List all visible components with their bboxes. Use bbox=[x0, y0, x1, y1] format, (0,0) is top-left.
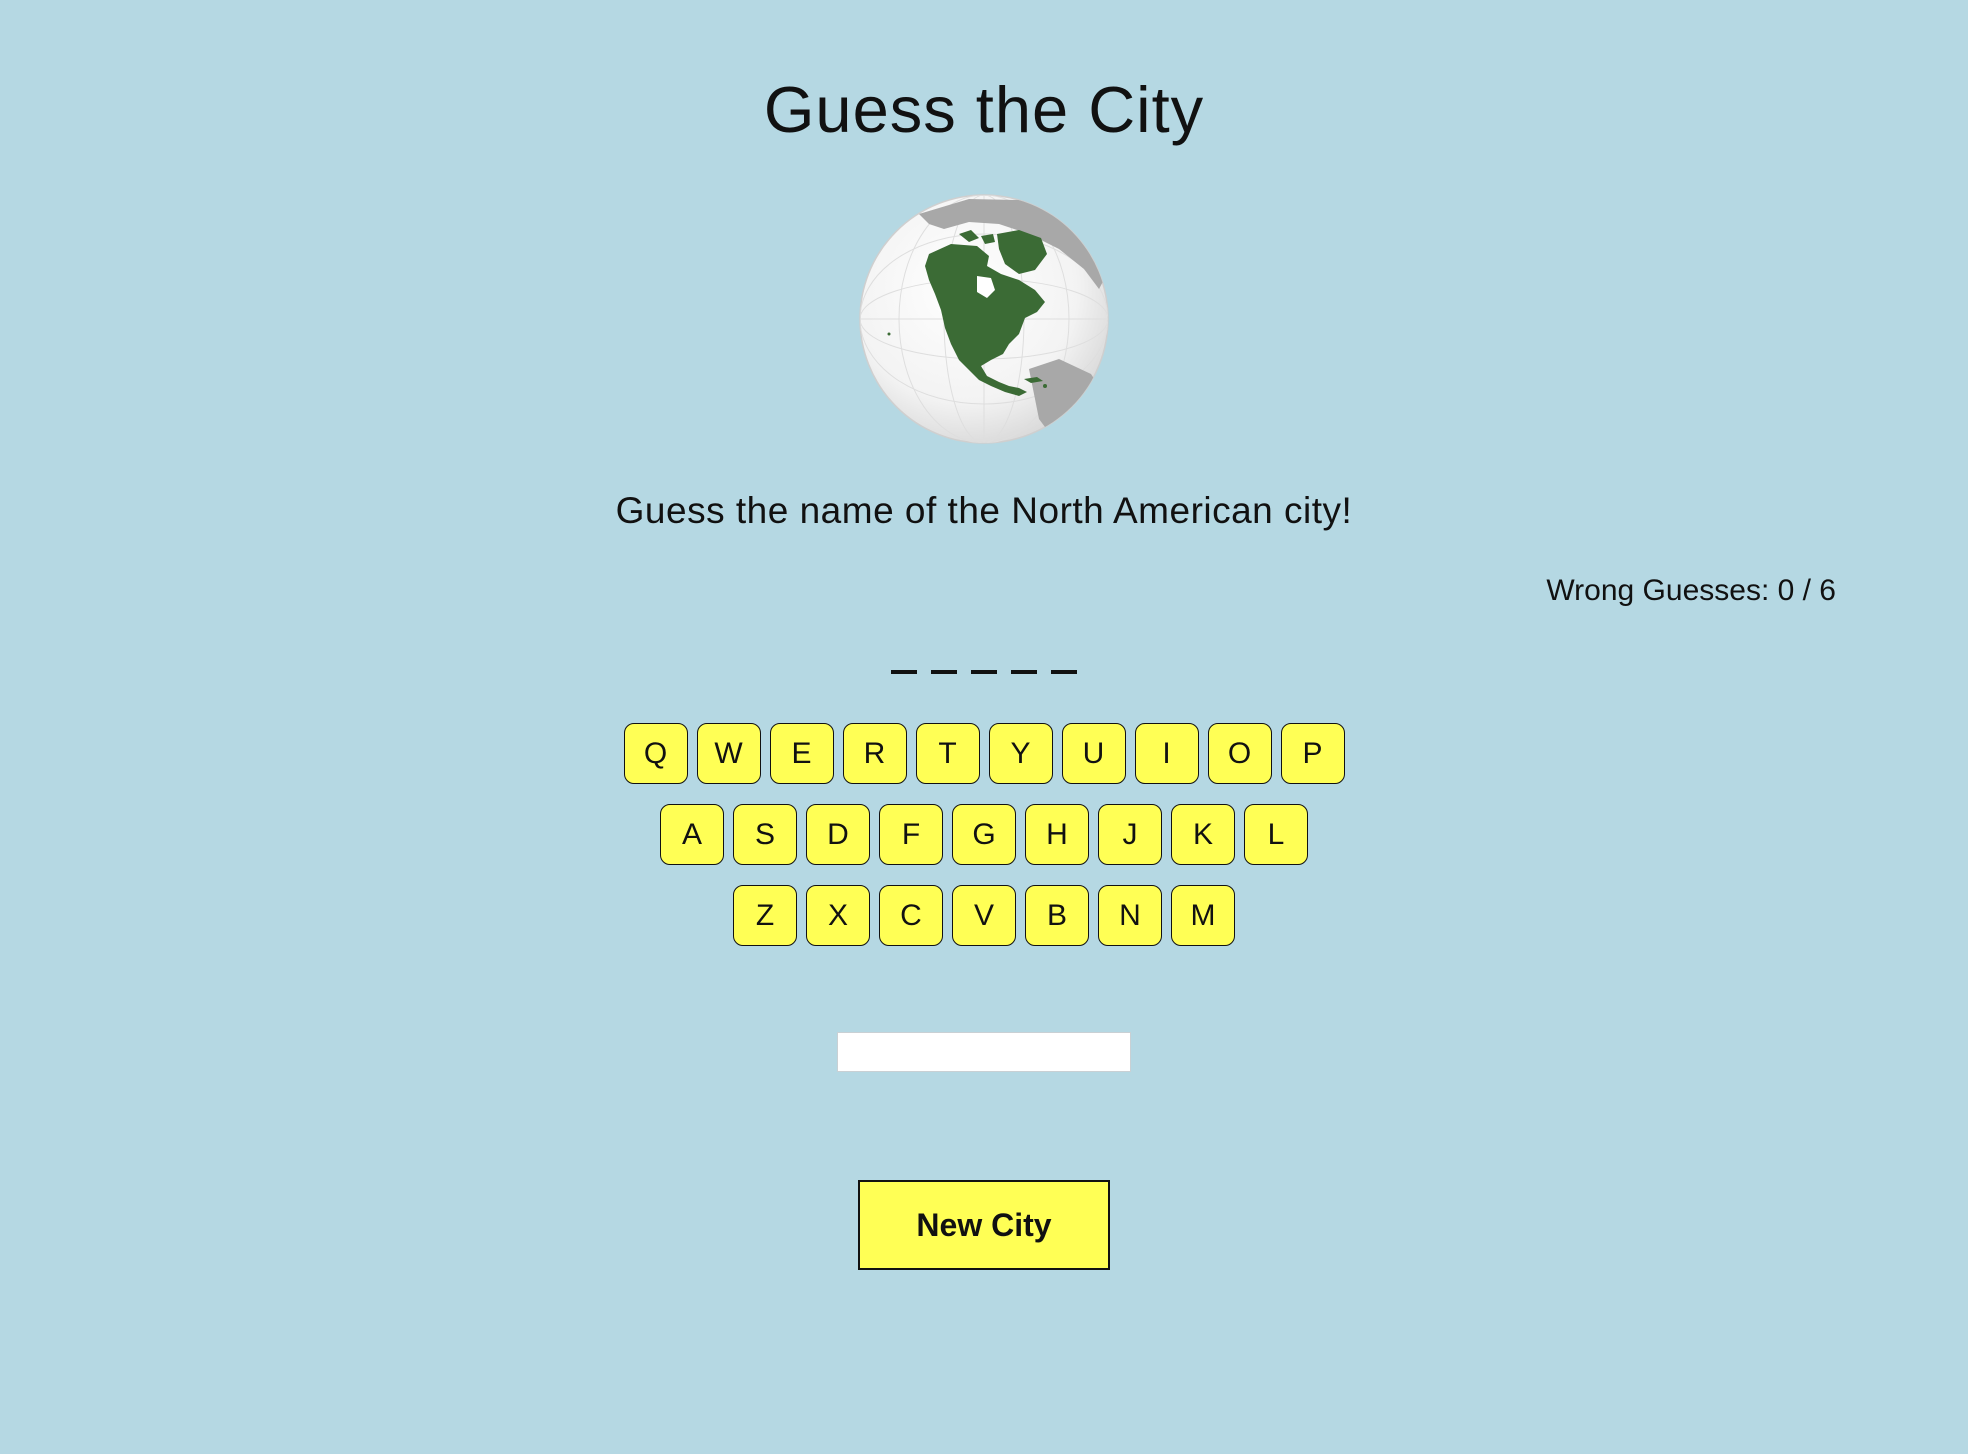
keyboard-row-3: Z X C V B N M bbox=[0, 885, 1968, 946]
guess-input[interactable] bbox=[837, 1032, 1131, 1072]
key-c[interactable]: C bbox=[879, 885, 943, 946]
key-l[interactable]: L bbox=[1244, 804, 1308, 865]
key-e[interactable]: E bbox=[769, 723, 834, 784]
key-u[interactable]: U bbox=[1061, 723, 1126, 784]
key-s[interactable]: S bbox=[733, 804, 797, 865]
key-b[interactable]: B bbox=[1025, 885, 1089, 946]
letter-blank bbox=[891, 670, 917, 674]
key-g[interactable]: G bbox=[952, 804, 1016, 865]
new-city-button[interactable]: New City bbox=[858, 1180, 1110, 1270]
key-o[interactable]: O bbox=[1207, 723, 1272, 784]
letter-blank bbox=[971, 670, 997, 674]
north-america-globe-icon bbox=[859, 194, 1109, 444]
letter-blank bbox=[1011, 670, 1037, 674]
key-d[interactable]: D bbox=[806, 804, 870, 865]
key-v[interactable]: V bbox=[952, 885, 1016, 946]
word-display bbox=[0, 640, 1968, 674]
key-x[interactable]: X bbox=[806, 885, 870, 946]
key-i[interactable]: I bbox=[1134, 723, 1199, 784]
page-title: Guess the City bbox=[763, 73, 1205, 146]
keyboard-row-2: A S D F G H J K L bbox=[0, 804, 1968, 865]
key-h[interactable]: H bbox=[1025, 804, 1089, 865]
key-p[interactable]: P bbox=[1280, 723, 1345, 784]
wrong-guesses-counter: Wrong Guesses: 0 / 6 bbox=[1546, 574, 1836, 607]
key-j[interactable]: J bbox=[1098, 804, 1162, 865]
key-z[interactable]: Z bbox=[733, 885, 797, 946]
key-t[interactable]: T bbox=[915, 723, 980, 784]
prompt-text: Guess the name of the North American cit… bbox=[615, 490, 1353, 531]
key-a[interactable]: A bbox=[660, 804, 724, 865]
key-q[interactable]: Q bbox=[623, 723, 688, 784]
key-r[interactable]: R bbox=[842, 723, 907, 784]
key-m[interactable]: M bbox=[1171, 885, 1235, 946]
keyboard-row-1: Q W E R T Y U I O P bbox=[0, 723, 1968, 784]
key-k[interactable]: K bbox=[1171, 804, 1235, 865]
key-n[interactable]: N bbox=[1098, 885, 1162, 946]
key-f[interactable]: F bbox=[879, 804, 943, 865]
letter-blank bbox=[1051, 670, 1077, 674]
key-w[interactable]: W bbox=[696, 723, 761, 784]
key-y[interactable]: Y bbox=[988, 723, 1053, 784]
on-screen-keyboard: Q W E R T Y U I O P A S D F G H J K L Z … bbox=[0, 723, 1968, 966]
letter-blank bbox=[931, 670, 957, 674]
